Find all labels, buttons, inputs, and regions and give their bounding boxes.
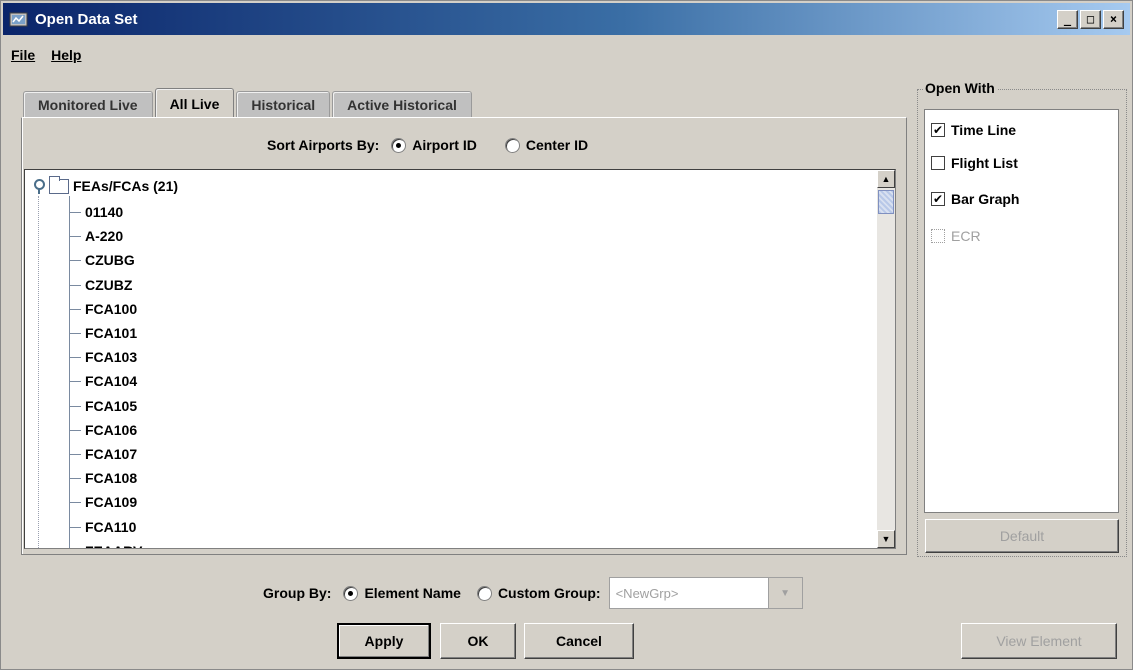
tree-item[interactable]: FCA106	[25, 418, 895, 442]
flight-list-label[interactable]: Flight List	[951, 155, 1018, 171]
tree-item[interactable]: CZUBZ	[25, 273, 895, 297]
tree-vertical-scrollbar[interactable]: ▲ ▼	[877, 170, 895, 548]
tree-item[interactable]: FCA104	[25, 369, 895, 393]
tree-item[interactable]: FCA108	[25, 466, 895, 490]
tree-item[interactable]: FCA103	[25, 345, 895, 369]
tab-strip: Monitored Live All Live Historical Activ…	[23, 88, 474, 118]
menu-bar: File Help	[3, 43, 89, 67]
sort-label: Sort Airports By:	[267, 137, 380, 153]
close-button[interactable]: ×	[1103, 9, 1124, 29]
sort-airports-row: Sort Airports By: Airport ID Center ID	[267, 134, 588, 156]
title-bar[interactable]: Open Data Set _ □ ×	[3, 3, 1130, 35]
sort-center-id-label[interactable]: Center ID	[526, 137, 588, 153]
expand-handle-icon[interactable]	[31, 178, 45, 194]
group-custom-radio[interactable]	[476, 585, 492, 601]
custom-group-combo[interactable]: <NewGrp> ▼	[608, 577, 803, 609]
cancel-button[interactable]: Cancel	[524, 623, 634, 659]
scroll-down-button[interactable]: ▼	[877, 530, 895, 548]
flight-list-checkbox[interactable]	[931, 156, 945, 170]
minimize-button[interactable]: _	[1057, 9, 1078, 29]
group-by-label: Group By:	[263, 585, 332, 601]
tree-item[interactable]: FCA107	[25, 442, 895, 466]
default-button[interactable]: Default	[925, 519, 1119, 553]
ecr-checkbox	[931, 229, 945, 243]
view-element-button[interactable]: View Element	[961, 623, 1117, 659]
scroll-up-button[interactable]: ▲	[877, 170, 895, 188]
tab-active-historical[interactable]: Active Historical	[332, 91, 472, 117]
group-by-row: Group By: Element Name Custom Group: <Ne…	[263, 577, 803, 609]
menu-help[interactable]: Help	[43, 43, 89, 67]
tab-monitored-live[interactable]: Monitored Live	[23, 91, 153, 117]
tree-item[interactable]: FEAARV	[25, 539, 895, 548]
tab-historical[interactable]: Historical	[236, 91, 331, 117]
group-element-name-radio[interactable]	[343, 585, 359, 601]
bar-graph-label[interactable]: Bar Graph	[951, 191, 1019, 207]
menu-file[interactable]: File	[3, 43, 43, 67]
open-with-flight-list[interactable]: Flight List	[931, 152, 1018, 174]
bar-graph-checkbox[interactable]: ✔	[931, 192, 945, 206]
ecr-label: ECR	[951, 228, 981, 244]
app-icon	[9, 10, 29, 28]
tree-root-label[interactable]: FEAs/FCAs (21)	[73, 178, 178, 194]
tab-all-live[interactable]: All Live	[154, 88, 235, 118]
sort-center-id-radio[interactable]	[504, 137, 520, 153]
group-element-name-label[interactable]: Element Name	[364, 585, 460, 601]
tree-root-node[interactable]: FEAs/FCAs (21)	[31, 175, 178, 196]
tree-children: 01140 A-220 CZUBG CZUBZ FCA100 FCA101 FCA103 FC…	[25, 200, 895, 548]
open-data-set-window: Open Data Set _ □ × File Help Monitored …	[0, 0, 1133, 670]
tree-item[interactable]: A-220	[25, 224, 895, 248]
tree-item[interactable]: FCA110	[25, 514, 895, 538]
time-line-label[interactable]: Time Line	[951, 122, 1016, 138]
open-with-ecr: ECR	[931, 225, 981, 247]
tree-item[interactable]: CZUBG	[25, 248, 895, 272]
tree-item[interactable]: 01140	[25, 200, 895, 224]
element-tree[interactable]: FEAs/FCAs (21) 01140 A-220 CZUBG CZUBZ FCA10…	[24, 169, 896, 549]
maximize-button[interactable]: □	[1080, 9, 1101, 29]
scroll-thumb[interactable]	[878, 190, 894, 214]
tree-item[interactable]: FCA101	[25, 321, 895, 345]
group-custom-label[interactable]: Custom Group:	[498, 585, 601, 601]
sort-airport-id-label[interactable]: Airport ID	[412, 137, 477, 153]
open-with-title: Open With	[923, 80, 997, 96]
ok-button[interactable]: OK	[440, 623, 516, 659]
window-title: Open Data Set	[35, 10, 138, 28]
tree-item[interactable]: FCA100	[25, 297, 895, 321]
apply-button[interactable]: Apply	[337, 623, 431, 659]
folder-icon	[49, 175, 69, 194]
sort-airport-id-radio[interactable]	[391, 137, 407, 153]
open-with-bar-graph[interactable]: ✔ Bar Graph	[931, 188, 1019, 210]
tree-item[interactable]: FCA109	[25, 490, 895, 514]
open-with-time-line[interactable]: ✔ Time Line	[931, 119, 1016, 141]
custom-group-combo-value: <NewGrp>	[615, 585, 679, 601]
tree-item[interactable]: FCA105	[25, 394, 895, 418]
combo-dropdown-arrow-icon[interactable]: ▼	[767, 578, 802, 608]
time-line-checkbox[interactable]: ✔	[931, 123, 945, 137]
